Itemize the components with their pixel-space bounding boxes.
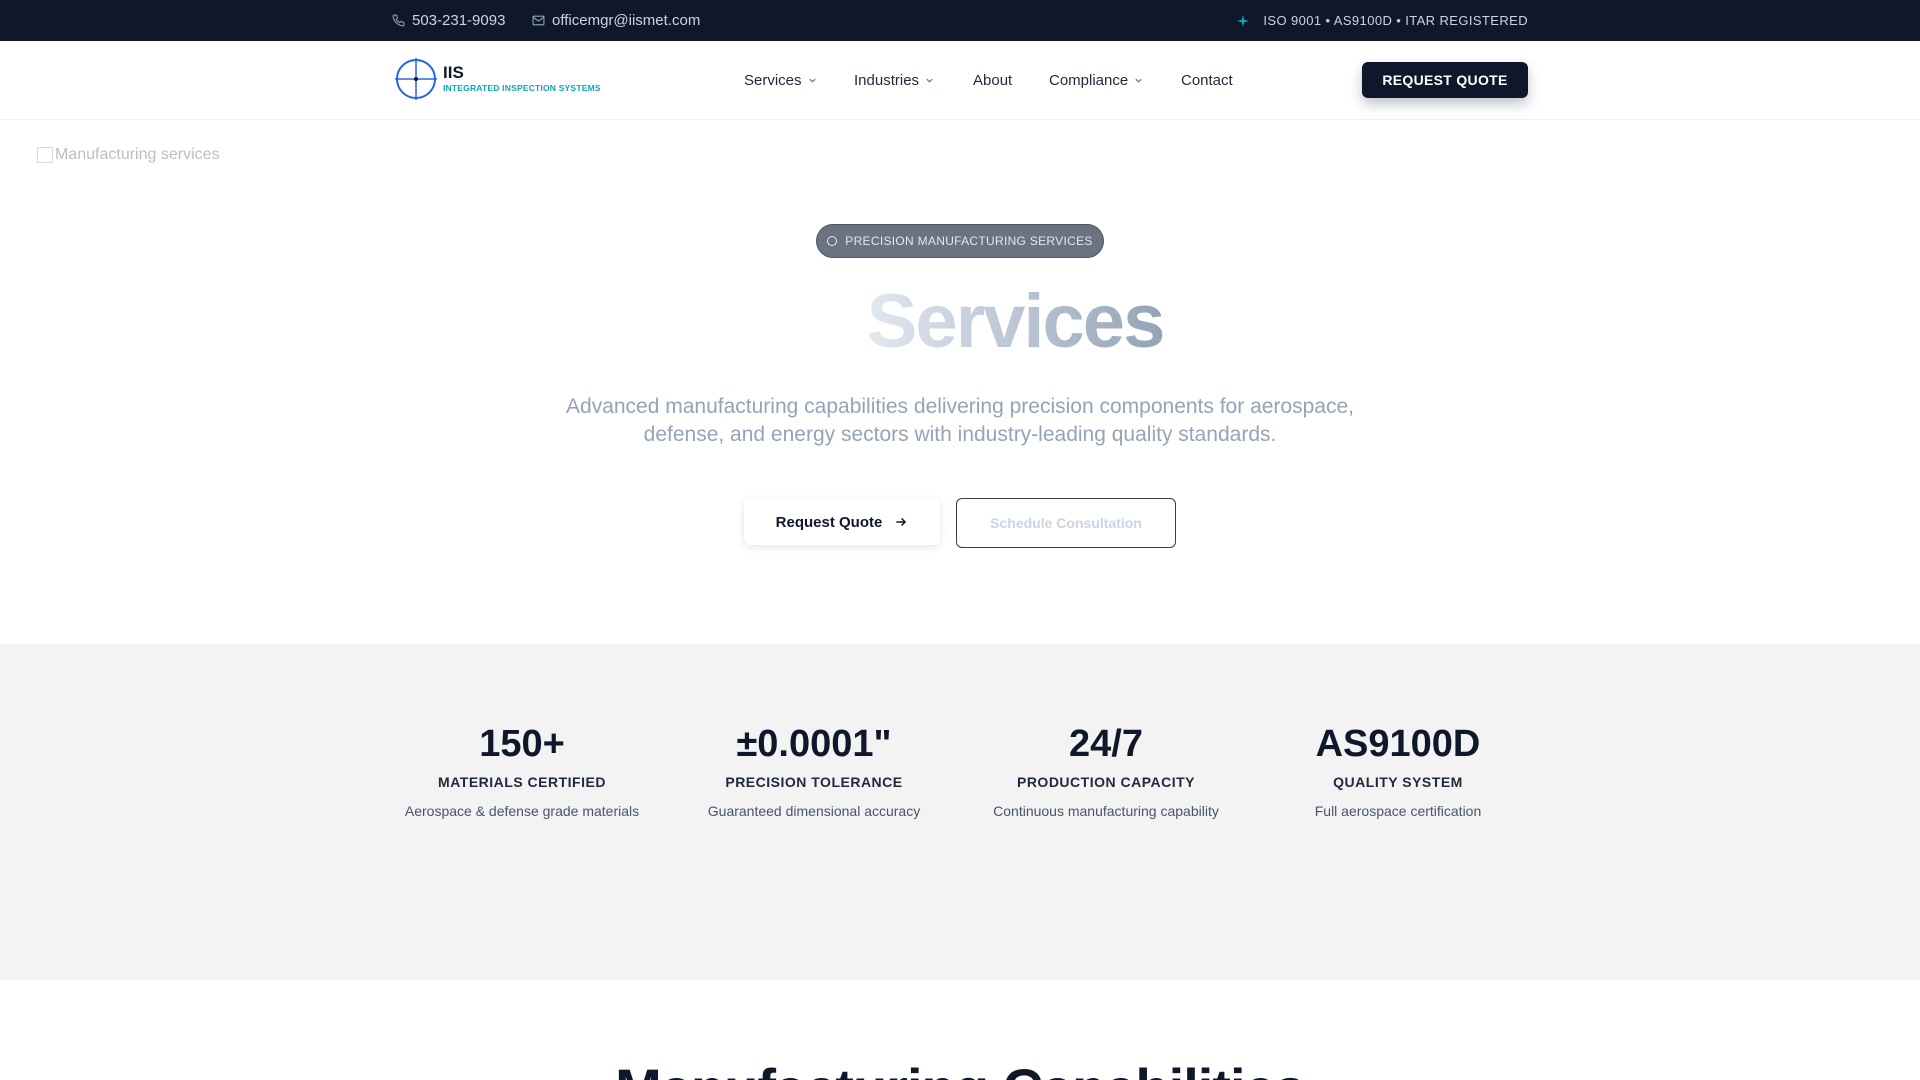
company-logo[interactable]: IIS INTEGRATED INSPECTION SYSTEMS (395, 58, 601, 100)
certification-line: ISO 9001 • AS9100D • ITAR REGISTERED (1237, 0, 1528, 41)
logo-subtitle: INTEGRATED INSPECTION SYSTEMS (443, 83, 601, 93)
phone-icon (392, 14, 405, 27)
nav-industries-label: Industries (854, 72, 920, 89)
schedule-consultation-button[interactable]: Schedule Consultation (956, 498, 1176, 548)
nav-compliance[interactable]: Compliance (1049, 41, 1143, 120)
page-title: Services (0, 278, 1920, 365)
hero-section: Manufacturing services PRECISION MANUFAC… (0, 120, 1920, 644)
stat-label: MATERIALS CERTIFIED (438, 774, 606, 790)
nav-contact[interactable]: Contact (1181, 41, 1233, 120)
stat-quality: AS9100D QUALITY SYSTEM Full aerospace ce… (1258, 722, 1538, 819)
stat-label: PRODUCTION CAPACITY (1016, 774, 1196, 790)
stat-materials: 150+ MATERIALS CERTIFIED Aerospace & def… (382, 722, 662, 819)
capabilities-heading: Manufacturing Capabilities (0, 1056, 1920, 1080)
email-contact[interactable]: officemgr@iismet.com (532, 0, 700, 41)
stat-value: AS9100D (1315, 723, 1481, 765)
request-quote-label: Request Quote (775, 513, 883, 531)
sparkle-icon (1237, 14, 1250, 27)
hero-image-alt: Manufacturing services (55, 146, 220, 163)
stat-description: Full aerospace certification (1314, 803, 1482, 819)
phone-contact[interactable]: 503-231-9093 (392, 0, 505, 41)
arrow-right-icon (896, 517, 907, 527)
crosshair-logo-icon (395, 58, 437, 100)
chevron-down-icon (1135, 78, 1142, 83)
nav-compliance-label: Compliance (1049, 72, 1129, 89)
broken-image-icon (37, 147, 53, 163)
main-navigation: IIS INTEGRATED INSPECTION SYSTEMS Servic… (0, 41, 1920, 120)
stat-description: Guaranteed dimensional accuracy (707, 803, 921, 819)
nav-industries[interactable]: Industries (854, 41, 934, 120)
email-address: officemgr@iismet.com (552, 12, 701, 29)
hero-badge: PRECISION MANUFACTURING SERVICES (816, 224, 1104, 258)
stat-value: 150+ (479, 723, 565, 765)
chevron-down-icon (926, 78, 933, 83)
page-title-text: Services (866, 279, 1166, 364)
certification-text: ISO 9001 • AS9100D • ITAR REGISTERED (1263, 13, 1528, 28)
hero-badge-text: PRECISION MANUFACTURING SERVICES (845, 234, 1093, 248)
stats-section: 150+ MATERIALS CERTIFIED Aerospace & def… (0, 644, 1920, 980)
logo-name: IIS (443, 63, 464, 82)
capabilities-section: Manufacturing Capabilities (0, 980, 1920, 1080)
stat-value: 24/7 (1069, 723, 1143, 765)
nav-about[interactable]: About (973, 41, 1012, 120)
stat-tolerance: ±0.0001" PRECISION TOLERANCE Guaranteed … (674, 722, 954, 819)
request-quote-header-button[interactable]: REQUEST QUOTE (1362, 62, 1528, 98)
nav-services[interactable]: Services (744, 41, 817, 120)
nav-about-label: About (973, 72, 1013, 89)
stat-label: PRECISION TOLERANCE (725, 774, 903, 790)
nav-contact-label: Contact (1181, 72, 1233, 89)
stat-capacity: 24/7 PRODUCTION CAPACITY Continuous manu… (966, 722, 1246, 819)
stat-description: Continuous manufacturing capability (993, 803, 1219, 819)
nav-services-label: Services (744, 72, 802, 89)
stat-value: ±0.0001" (736, 723, 892, 765)
phone-number: 503-231-9093 (412, 12, 506, 29)
circle-icon (827, 236, 838, 246)
hero-description: Advanced manufacturing capabilities deli… (566, 395, 1354, 446)
hero-image-placeholder: Manufacturing services (37, 146, 220, 164)
stat-description: Aerospace & defense grade materials (404, 803, 640, 819)
mail-icon (532, 15, 545, 26)
chevron-down-icon (808, 78, 816, 83)
request-quote-button[interactable]: Request Quote (744, 499, 940, 545)
stat-label: QUALITY SYSTEM (1333, 774, 1463, 790)
top-contact-bar: 503-231-9093 officemgr@iismet.com ISO 90… (0, 0, 1920, 41)
